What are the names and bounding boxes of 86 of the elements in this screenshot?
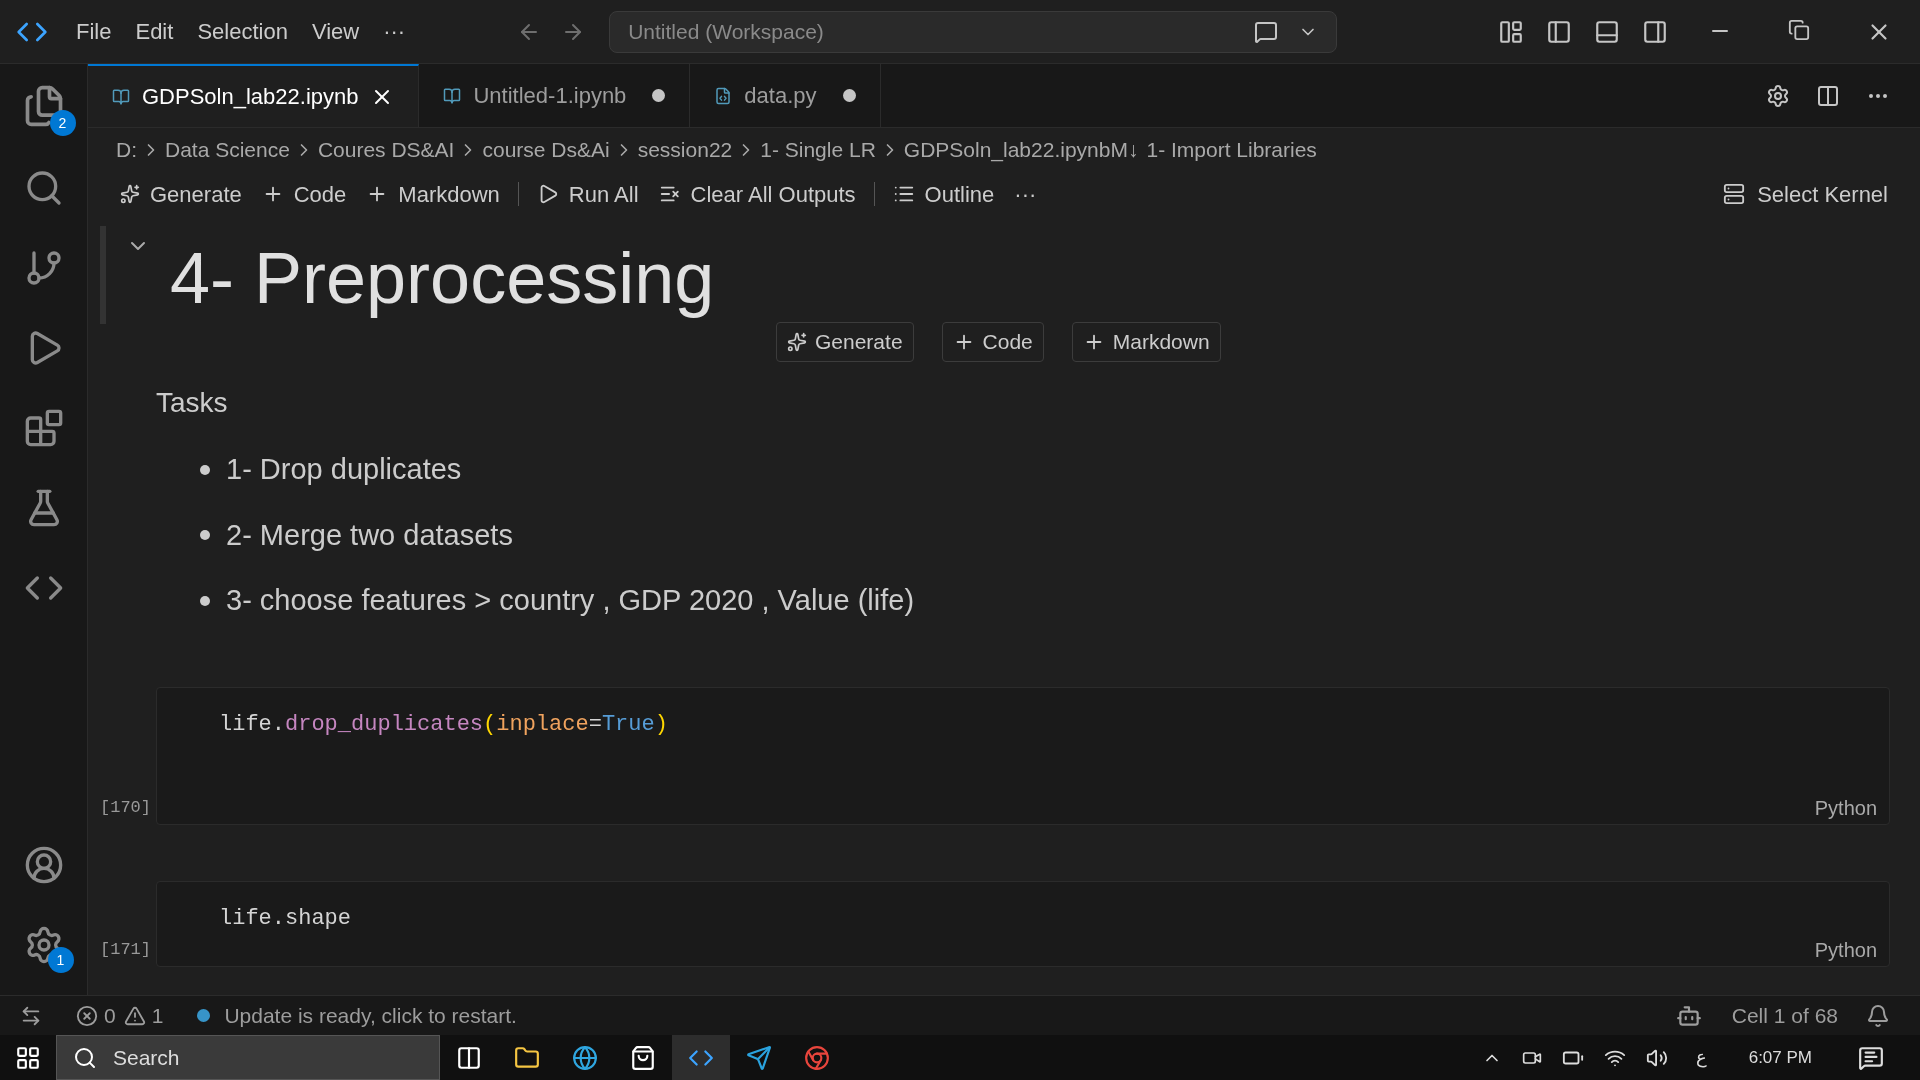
- send-icon[interactable]: [746, 1044, 772, 1071]
- tab-label: GDPSoln_lab22.ipynb: [142, 83, 359, 111]
- error-icon[interactable]: [76, 1004, 98, 1027]
- menu-item[interactable]: Selection: [185, 15, 300, 48]
- folder-icon[interactable]: [514, 1044, 540, 1071]
- toolbar-button[interactable]: Clear All Outputs: [648, 177, 866, 211]
- menu-item[interactable]: File: [64, 15, 124, 48]
- toolbar-button[interactable]: Outline: [882, 177, 1005, 211]
- breadcrumb-item[interactable]: 1- Single LR: [760, 134, 876, 166]
- breadcrumb-item[interactable]: 1- Import Libraries: [1146, 134, 1317, 166]
- sparkle-icon: [120, 184, 140, 204]
- notification-center-icon[interactable]: [1858, 1044, 1884, 1071]
- panel-bottom-icon[interactable]: [1594, 18, 1620, 45]
- breadcrumb-item[interactable]: session22: [637, 134, 733, 166]
- taskbar-search-field[interactable]: Search: [56, 1035, 440, 1080]
- notification-badge: 2: [49, 110, 76, 136]
- clock[interactable]: 6:07 PM: [1748, 1044, 1812, 1071]
- toolbar-button[interactable]: Generate: [110, 177, 252, 211]
- toolbar-button[interactable]: Run All: [526, 177, 649, 211]
- tasks-title: Tasks: [156, 386, 229, 420]
- editor-tab[interactable]: GDPSoln_lab22.ipynb: [88, 64, 420, 127]
- menu-item[interactable]: ···: [371, 15, 418, 48]
- bullet-icon: [200, 530, 210, 541]
- task-item: 2- Merge two datasets: [226, 517, 513, 553]
- toolbar-button[interactable]: Code: [251, 177, 357, 211]
- insert-cell-button[interactable]: Markdown: [1071, 322, 1221, 362]
- execution-count: [171]: [100, 939, 152, 961]
- kernel-icon: [1723, 183, 1746, 205]
- panel-left-icon[interactable]: [1546, 18, 1572, 45]
- split-editor-icon[interactable]: [1816, 83, 1840, 108]
- cell-indicator[interactable]: Cell 1 of 68: [1731, 999, 1838, 1032]
- account-icon[interactable]: [23, 845, 64, 885]
- command-center[interactable]: Untitled (Workspace): [609, 10, 1338, 53]
- code-line: life.shape: [219, 904, 353, 933]
- extensions-icon[interactable]: [23, 408, 64, 448]
- notebook-icon: [443, 86, 462, 105]
- code-line: life.drop_duplicates(inplace=True): [219, 710, 669, 739]
- breadcrumb-item[interactable]: D:: [116, 134, 137, 166]
- browser-icon[interactable]: [572, 1044, 598, 1071]
- remote-icon[interactable]: [20, 1004, 42, 1027]
- menu-item[interactable]: View: [299, 15, 372, 48]
- breadcrumb-item[interactable]: GDPSoln_lab22.ipynb: [903, 134, 1111, 166]
- section-heading: 4- Preprocessing: [170, 237, 715, 320]
- restore-icon[interactable]: [1788, 18, 1810, 41]
- bullet-icon: [200, 595, 210, 606]
- breadcrumb-item[interactable]: M↓: [1110, 134, 1139, 166]
- search-placeholder: Search: [113, 1044, 180, 1071]
- insert-cell-button[interactable]: Generate: [776, 322, 914, 362]
- chat-icon[interactable]: [1254, 19, 1279, 44]
- update-notice[interactable]: Update is ready, click to restart.: [224, 999, 517, 1032]
- insert-cell-button[interactable]: Code: [941, 322, 1044, 362]
- task-item: 3- choose features > country , GDP 2020 , Value (life): [226, 583, 915, 618]
- panel-right-icon[interactable]: [1642, 18, 1668, 45]
- task-view-icon[interactable]: [456, 1044, 482, 1071]
- keyboard-language[interactable]: ع: [1695, 1044, 1707, 1071]
- task-item: 1- Drop duplicates: [226, 452, 462, 487]
- chrome-icon[interactable]: [804, 1044, 830, 1071]
- notifications-icon[interactable]: [1866, 1003, 1890, 1028]
- settings-icon[interactable]: [1766, 83, 1790, 108]
- python-file-icon: [714, 86, 733, 105]
- store-icon[interactable]: [630, 1044, 656, 1071]
- start-icon[interactable]: [15, 1044, 41, 1071]
- execution-count: [170]: [100, 797, 152, 819]
- toolbar-button[interactable]: ···: [1004, 177, 1047, 211]
- notebook-icon: [112, 87, 130, 106]
- breadcrumb-item[interactable]: course Ds&Ai: [482, 134, 610, 166]
- error-count[interactable]: 0: [104, 999, 116, 1032]
- notification-badge: 1: [47, 947, 74, 973]
- sparkle-icon: [787, 332, 807, 352]
- cell-language[interactable]: Python: [1814, 937, 1877, 962]
- warning-icon[interactable]: [123, 1004, 146, 1027]
- select-kernel-button[interactable]: Select Kernel: [1713, 177, 1898, 211]
- breadcrumb-item[interactable]: Data Science: [165, 134, 290, 166]
- toolbar-button[interactable]: Markdown: [356, 177, 510, 211]
- tab-label: data.py: [744, 82, 817, 110]
- tab-label: Untitled-1.ipynb: [473, 82, 627, 110]
- breadcrumb-item[interactable]: Coures DS&AI: [317, 134, 455, 166]
- editor-tab[interactable]: data.py: [690, 64, 881, 127]
- warning-count[interactable]: 1: [151, 999, 164, 1032]
- editor-tab[interactable]: Untitled-1.ipynb: [419, 64, 691, 127]
- command-center-placeholder: Untitled (Workspace): [628, 18, 825, 45]
- menu-item[interactable]: Edit: [123, 15, 186, 48]
- layout-icon[interactable]: [1498, 18, 1524, 45]
- cell-language[interactable]: Python: [1814, 795, 1877, 820]
- search-icon: [73, 1045, 97, 1070]
- bullet-icon: [200, 464, 210, 475]
